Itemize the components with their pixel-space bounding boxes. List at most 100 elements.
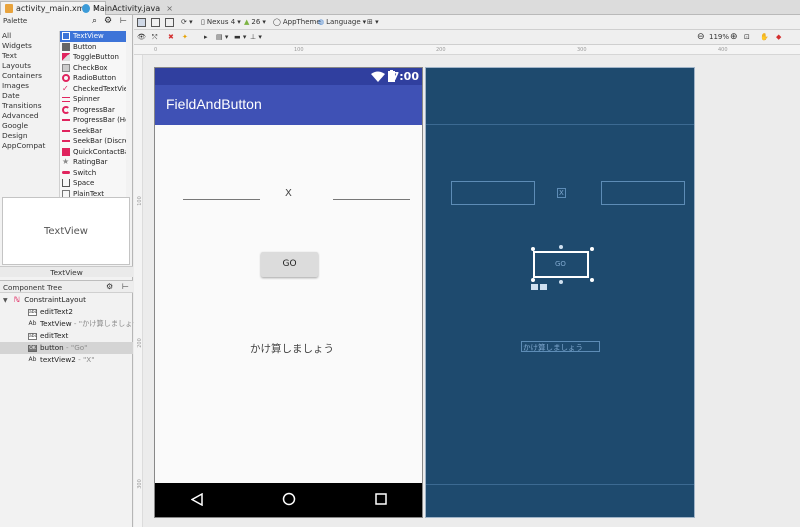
autoconnect-icon[interactable]: ⤲ — [152, 32, 158, 43]
palette-item-progressbar-horizontal[interactable]: ProgressBar (Hor — [60, 115, 126, 126]
palette-item-button[interactable]: Button — [60, 42, 126, 53]
resize-handle[interactable] — [590, 247, 594, 251]
category-widgets[interactable]: Widgets — [1, 41, 59, 51]
hide-panel-icon[interactable]: ⊢ — [122, 282, 129, 291]
zoom-to-fit-icon[interactable]: ⊡ — [744, 32, 750, 43]
orientation-icon[interactable]: ⟳ ▾ — [181, 17, 193, 28]
palette-item-switch[interactable]: Switch — [60, 168, 126, 179]
palette-item-space[interactable]: Space — [60, 178, 126, 189]
align-icon[interactable]: ▬ ▾ — [234, 32, 246, 43]
api-selector[interactable]: ▲ 26 ▾ — [244, 17, 266, 28]
warning-icon[interactable]: ◆ — [776, 32, 781, 43]
category-design[interactable]: Design — [1, 131, 59, 141]
blueprint-edittext-left[interactable] — [451, 181, 535, 205]
palette-title: Palette — [3, 17, 28, 25]
clear-constraints-icon[interactable]: ✖ — [168, 32, 174, 43]
palette-item-quickcontactbadge[interactable]: QuickContactBad — [60, 147, 126, 158]
palette-item-label: RadioButton — [73, 74, 117, 82]
category-all[interactable]: All — [1, 31, 59, 41]
app-bar: FieldAndButton — [155, 85, 422, 125]
status-bar: 7:00 — [155, 68, 422, 85]
category-advanced[interactable]: Advanced — [1, 111, 59, 121]
category-images[interactable]: Images — [1, 81, 59, 91]
category-appcompat[interactable]: AppCompat — [1, 141, 59, 151]
zoom-out-icon[interactable]: ⊖ — [697, 32, 705, 43]
tree-node-edittext[interactable]: abc editText — [0, 330, 133, 342]
tab-label: activity_main.xml — [16, 4, 87, 13]
palette-item-seekbar-discrete[interactable]: SeekBar (Discrete — [60, 136, 126, 147]
guidelines-icon[interactable]: ⊥ ▾ — [250, 32, 262, 43]
tree-node-textview2[interactable]: Ab textView2 - "X" — [0, 354, 133, 366]
palette-item-label: RatingBar — [73, 158, 108, 166]
layout-variants-icon[interactable]: ⊞ ▾ — [367, 17, 379, 28]
edittext-field-right[interactable] — [333, 199, 410, 200]
palette-item-label: SeekBar — [73, 126, 103, 135]
blueprint-edittext-right[interactable] — [601, 181, 685, 205]
zoom-level: 119% — [709, 33, 730, 41]
palette-item-spinner[interactable]: Spinner — [60, 94, 126, 105]
blueprint-go-button[interactable]: GO — [533, 251, 589, 278]
blueprint-x-label[interactable]: X — [557, 188, 566, 198]
pan-hand-icon[interactable]: ✋ — [760, 32, 769, 43]
baseline-icon[interactable] — [531, 284, 538, 290]
collapse-arrow-icon[interactable]: ▼ — [3, 297, 8, 304]
constraint-toolbar: 👁 ⤲ ✖ ✦ ▸ ▤ ▾ ▬ ▾ ⊥ ▾ ⊖ 119% ⊕ ⊡ ✋ ◆ — [134, 30, 800, 45]
layout-toolbar: ⟳ ▾ ▯ Nexus 4 ▾ ▲ 26 ▾ ◯ AppTheme ◍ Language… — [134, 15, 800, 30]
java-class-icon — [82, 3, 90, 13]
infer-constraints-icon[interactable]: ✦ — [182, 32, 188, 43]
search-icon[interactable]: ⌕ — [92, 16, 97, 26]
tree-node-edittext2[interactable]: abc editText2 — [0, 306, 133, 318]
resize-handle[interactable] — [531, 247, 535, 251]
blueprint-view-icon[interactable] — [151, 17, 160, 28]
tree-node-root[interactable]: ▼ ℕ ConstraintLayout — [0, 294, 133, 306]
design-view-icon[interactable] — [137, 17, 146, 28]
palette-item-ratingbar[interactable]: ★ RatingBar — [60, 157, 126, 168]
both-views-icon[interactable] — [165, 17, 174, 28]
tree-node-button[interactable]: OK button - "Go" — [0, 342, 133, 354]
go-button[interactable]: GO — [261, 252, 318, 277]
palette-item-progressbar[interactable]: ProgressBar — [60, 105, 126, 116]
globe-icon: ◍ — [318, 18, 325, 26]
blueprint-instruction-text[interactable]: かけ算しましょう — [521, 341, 600, 352]
category-transitions[interactable]: Transitions — [1, 101, 59, 111]
back-icon[interactable] — [191, 493, 203, 506]
palette-item-label: ProgressBar — [73, 105, 115, 114]
constraint-anchor[interactable] — [559, 245, 563, 249]
clear-constraint-icon[interactable] — [540, 284, 547, 290]
category-containers[interactable]: Containers — [1, 71, 59, 81]
gear-icon[interactable]: ⚙ — [104, 16, 112, 26]
theme-selector[interactable]: ◯ AppTheme — [273, 17, 321, 28]
gear-icon[interactable]: ⚙ — [106, 282, 113, 291]
palette-item-checkedtextview[interactable]: ✓ CheckedTextView — [60, 84, 126, 95]
language-selector[interactable]: ◍ Language ▾ — [318, 17, 366, 28]
switch-icon — [62, 171, 70, 175]
device-icon: ▯ — [201, 18, 205, 26]
resize-handle[interactable] — [590, 278, 594, 282]
close-tab-icon[interactable]: × — [166, 4, 173, 13]
recents-icon[interactable] — [375, 493, 387, 505]
togglebutton-icon — [62, 53, 70, 62]
show-constraints-icon[interactable]: 👁 — [137, 32, 146, 43]
pack-icon[interactable]: ▤ ▾ — [216, 32, 228, 43]
category-text[interactable]: Text — [1, 51, 59, 61]
palette-item-checkbox[interactable]: CheckBox — [60, 63, 126, 74]
palette-item-seekbar[interactable]: SeekBar — [60, 126, 126, 137]
palette-item-textview[interactable]: TextView — [60, 31, 126, 42]
constraint-anchor[interactable] — [559, 280, 563, 284]
home-icon[interactable] — [282, 492, 296, 506]
hide-panel-icon[interactable]: ⊢ — [120, 16, 127, 25]
zoom-in-icon[interactable]: ⊕ — [730, 32, 738, 43]
tab-main-activity-java[interactable]: MainActivity.java × — [78, 1, 179, 15]
category-date[interactable]: Date — [1, 91, 59, 101]
palette-item-togglebutton[interactable]: ToggleButton — [60, 52, 126, 63]
category-google[interactable]: Google — [1, 121, 59, 131]
edittext-field-left[interactable] — [183, 199, 260, 200]
tree-node-textview[interactable]: Ab TextView - "かけ算しましょう" — [0, 318, 143, 330]
resize-handle[interactable] — [531, 278, 535, 282]
palette-item-radiobutton[interactable]: RadioButton — [60, 73, 126, 84]
theme-icon: ◯ — [273, 18, 281, 26]
category-layouts[interactable]: Layouts — [1, 61, 59, 71]
default-margins-icon[interactable]: ▸ — [204, 32, 208, 43]
device-selector[interactable]: ▯ Nexus 4 ▾ — [201, 17, 241, 28]
device-label: Nexus 4 — [206, 18, 236, 26]
